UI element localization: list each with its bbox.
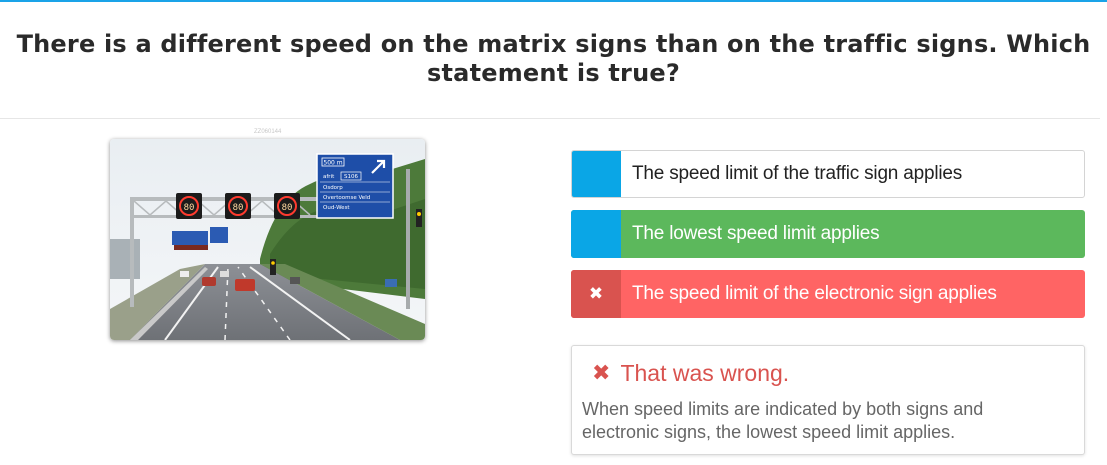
- top-accent-bar: [0, 0, 1107, 2]
- divider: [0, 118, 1100, 119]
- answer-marker: ✖: [571, 270, 621, 318]
- feedback-title: That was wrong.: [620, 360, 790, 386]
- direction-sign: 500 m afrit S106 Osdorp Overtoomse Veld …: [316, 153, 394, 219]
- svg-text:80: 80: [233, 203, 244, 213]
- svg-text:afrit: afrit: [323, 174, 335, 180]
- feedback-panel: ✖ That was wrong. When speed limits are …: [571, 345, 1085, 455]
- answer-option-3[interactable]: ✖ The speed limit of the electronic sign…: [571, 270, 1085, 318]
- svg-text:Osdorp: Osdorp: [323, 185, 343, 191]
- svg-text:Overtoomse Veld: Overtoomse Veld: [323, 195, 370, 201]
- answer-label: The lowest speed limit applies: [632, 223, 880, 244]
- feedback-title-row: ✖ That was wrong.: [592, 360, 789, 387]
- matrix-sign: 80: [176, 193, 202, 219]
- feedback-explanation: When speed limits are indicated by both …: [582, 399, 984, 442]
- matrix-sign: 80: [274, 193, 300, 219]
- answer-option-2[interactable]: The lowest speed limit applies: [571, 210, 1085, 258]
- answer-marker: [571, 210, 621, 258]
- svg-text:500 m: 500 m: [323, 160, 342, 167]
- close-icon: ✖: [592, 361, 611, 386]
- answer-label: The speed limit of the electronic sign a…: [632, 283, 997, 304]
- question-photo: 80 80 80 500 m afrit S106 Osdorp Overtoo…: [110, 139, 425, 340]
- answer-marker: [572, 151, 621, 197]
- answer-option-1[interactable]: The speed limit of the traffic sign appl…: [571, 150, 1085, 198]
- close-icon: ✖: [588, 284, 604, 304]
- svg-text:Oud-West: Oud-West: [323, 205, 350, 211]
- svg-text:S106: S106: [344, 174, 358, 180]
- svg-text:80: 80: [282, 203, 293, 213]
- matrix-sign: 80: [225, 193, 251, 219]
- image-id-watermark: ZZ060144: [254, 129, 282, 135]
- svg-text:80: 80: [184, 203, 195, 213]
- answer-label: The speed limit of the traffic sign appl…: [632, 163, 963, 184]
- question-text: There is a different speed on the matrix…: [16, 30, 1091, 87]
